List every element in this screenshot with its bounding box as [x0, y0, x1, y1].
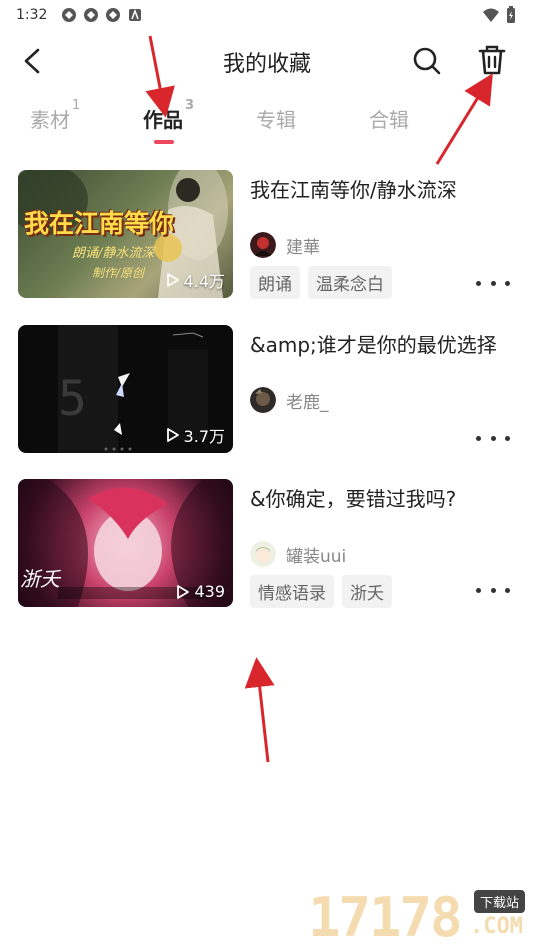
app-notification-icon: [106, 8, 121, 22]
tag[interactable]: 温柔念白: [308, 266, 392, 299]
watermark-domain: .COM: [470, 914, 523, 939]
tag[interactable]: 朗诵: [250, 266, 300, 299]
tab-works[interactable]: 作品3: [143, 98, 194, 133]
play-count-value: 4.4万: [183, 272, 225, 291]
author[interactable]: 建華: [250, 232, 320, 258]
tag-list: 情感语录 浙夭: [250, 575, 392, 608]
author[interactable]: 罐装uui: [250, 541, 346, 567]
tag[interactable]: 浙夭: [342, 575, 392, 608]
avatar: [250, 541, 276, 567]
play-count-value: 3.7万: [183, 427, 225, 446]
watermark-badge: 下载站: [474, 890, 526, 913]
play-count: 4.4万: [166, 268, 225, 292]
more-options-button[interactable]: [476, 428, 510, 448]
tab-label: 作品: [143, 108, 183, 132]
author-name: 罐装uui: [286, 546, 347, 567]
delete-button[interactable]: [476, 44, 508, 76]
video-thumbnail[interactable]: 浙夭 439: [18, 479, 233, 607]
author-name: 老鹿_: [286, 392, 329, 413]
item-title[interactable]: 我在江南等你/静水流深: [250, 174, 457, 203]
tab-collections[interactable]: 合辑: [369, 104, 409, 133]
search-button[interactable]: [412, 46, 442, 76]
item-title[interactable]: &你确定，要错过我吗?: [250, 483, 456, 512]
tab-count: 1: [72, 98, 81, 114]
thumbnail-subtitle-text: 朗诵/静水流深: [72, 246, 155, 261]
play-count: 439: [176, 582, 225, 601]
tab-label: 素材: [30, 108, 70, 132]
tab-indicator: [154, 140, 174, 144]
play-icon: [166, 428, 179, 442]
more-options-button[interactable]: [476, 273, 510, 293]
play-icon: [166, 273, 179, 287]
play-icon: [177, 584, 190, 599]
play-count-value: 439: [194, 582, 225, 601]
tab-albums[interactable]: 专辑: [256, 104, 296, 133]
wifi-icon: [483, 8, 499, 22]
app-notification-icon: [84, 8, 99, 22]
status-bar: 1:32: [0, 0, 534, 30]
author[interactable]: 老鹿_: [250, 387, 329, 413]
battery-icon: [507, 6, 515, 23]
site-watermark: 17178 下载站 .COM: [308, 884, 534, 950]
avatar: [250, 387, 276, 413]
app-notification-icon: [129, 8, 142, 21]
status-time: 1:32: [16, 7, 48, 23]
watermark-number: 17178: [308, 886, 463, 949]
tab-count: 3: [185, 98, 195, 114]
list-item[interactable]: 5 3.7万 &amp;谁才是你的最优选择 老鹿_: [18, 325, 518, 453]
avatar: [250, 232, 276, 258]
list-item[interactable]: 浙夭 439 &你确定，要错过我吗? 罐装uui 情感语录 浙夭: [18, 479, 518, 608]
list-item[interactable]: 我在江南等你 朗诵/静水流深 制作/原创 4.4万 我在江南等你/静水流深 建華…: [18, 170, 518, 299]
video-thumbnail[interactable]: 我在江南等你 朗诵/静水流深 制作/原创 4.4万: [18, 170, 233, 298]
header: 我的收藏: [0, 36, 534, 86]
tag[interactable]: 情感语录: [250, 575, 334, 608]
tab-label: 合辑: [369, 108, 409, 132]
app-notification-icon: [62, 8, 77, 22]
author-name: 建華: [286, 237, 320, 258]
thumbnail-calligraphy: 浙夭: [20, 567, 60, 591]
tab-label: 专辑: [256, 108, 296, 132]
arrow-to-list: [244, 657, 275, 763]
tab-materials[interactable]: 素材1: [30, 98, 80, 133]
more-options-button[interactable]: [476, 580, 510, 600]
thumbnail-title-text: 我在江南等你: [24, 209, 175, 238]
thumbnail-credit-text: 制作/原创: [92, 266, 145, 280]
play-count: 3.7万: [166, 423, 225, 447]
tab-bar: 素材1 作品3 专辑 合辑: [0, 98, 534, 148]
video-thumbnail[interactable]: 5 3.7万: [18, 325, 233, 453]
item-title[interactable]: &amp;谁才是你的最优选择: [250, 329, 497, 358]
thumbnail-number: 5: [58, 371, 87, 427]
tag-list: 朗诵 温柔念白: [250, 266, 392, 299]
notification-icons: [61, 7, 143, 23]
page-title: 我的收藏: [222, 52, 311, 77]
status-right: [482, 6, 516, 24]
